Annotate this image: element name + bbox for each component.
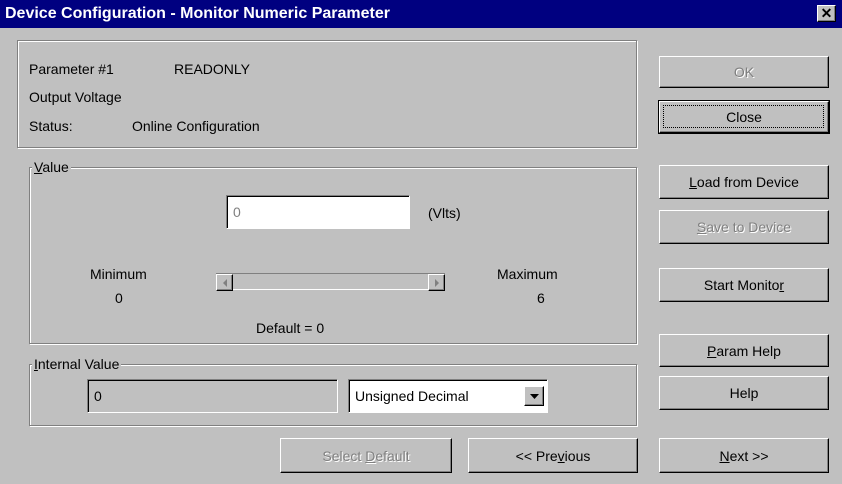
scroll-right-button[interactable] bbox=[428, 274, 445, 291]
previous-button[interactable]: << Previous bbox=[468, 438, 638, 473]
maximum-value: 6 bbox=[537, 290, 545, 306]
status-label: Status: bbox=[29, 118, 73, 134]
window-title: Device Configuration - Monitor Numeric P… bbox=[5, 5, 390, 22]
value-unit: (Vlts) bbox=[428, 205, 461, 221]
minimum-value: 0 bbox=[115, 290, 123, 306]
scroll-left-button[interactable] bbox=[216, 274, 233, 291]
window-close-button[interactable]: ✕ bbox=[817, 5, 836, 22]
title-bar: Device Configuration - Monitor Numeric P… bbox=[0, 0, 842, 28]
save-to-device-button[interactable]: Save to Device bbox=[659, 210, 829, 244]
status-value: Online Configuration bbox=[132, 118, 260, 134]
start-monitor-button[interactable]: Start Monitor bbox=[659, 268, 829, 302]
close-button[interactable]: Close bbox=[658, 100, 830, 134]
default-text: Default = 0 bbox=[256, 320, 325, 336]
arrow-right-icon bbox=[434, 278, 439, 287]
help-button[interactable]: Help bbox=[659, 376, 829, 410]
select-default-button[interactable]: Select Default bbox=[280, 438, 452, 473]
param-name: Output Voltage bbox=[29, 89, 122, 105]
value-group bbox=[29, 167, 637, 344]
focus-rect bbox=[663, 105, 824, 128]
param-help-button[interactable]: Param Help bbox=[659, 334, 829, 367]
chevron-down-icon bbox=[529, 393, 539, 399]
param-number: Parameter #1 bbox=[29, 61, 114, 77]
ok-button[interactable]: OK bbox=[659, 56, 829, 88]
maximum-label: Maximum bbox=[497, 266, 558, 282]
format-dropdown[interactable]: Unsigned Decimal bbox=[348, 379, 548, 413]
value-slider[interactable] bbox=[216, 273, 445, 291]
close-icon: ✕ bbox=[820, 5, 833, 21]
load-from-device-button[interactable]: Load from Device bbox=[659, 165, 829, 199]
value-group-label: Value bbox=[32, 159, 71, 175]
param-access: READONLY bbox=[174, 61, 250, 77]
format-selected: Unsigned Decimal bbox=[355, 388, 469, 404]
value-input[interactable]: 0 bbox=[226, 195, 410, 229]
internal-value-label: Internal Value bbox=[32, 356, 122, 372]
minimum-label: Minimum bbox=[90, 266, 147, 282]
next-button[interactable]: Next >> bbox=[659, 438, 829, 473]
arrow-left-icon bbox=[222, 278, 227, 287]
dropdown-button[interactable] bbox=[524, 386, 544, 406]
internal-value-field: 0 bbox=[87, 379, 338, 413]
